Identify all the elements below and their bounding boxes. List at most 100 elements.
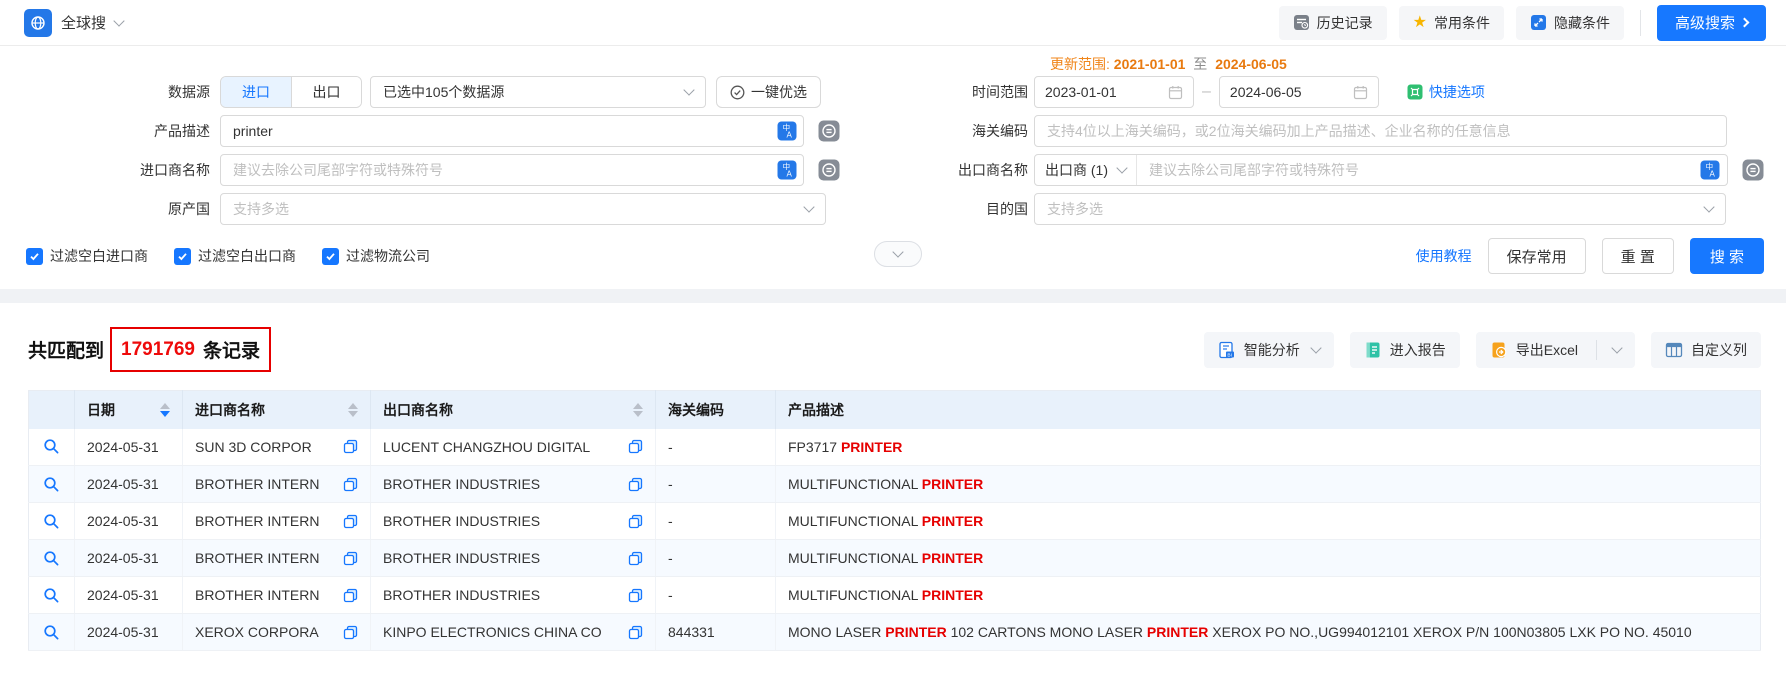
column-header-label: 进口商名称 <box>195 400 265 420</box>
column-header[interactable]: 进口商名称 <box>183 391 371 429</box>
cell-exporter-name[interactable]: BROTHER INDUSTRIES <box>383 587 540 603</box>
copy-icon[interactable] <box>335 477 358 492</box>
row-detail-search-icon[interactable] <box>41 476 62 493</box>
cell-exporter: BROTHER INDUSTRIES <box>371 503 656 540</box>
cell-exporter: LUCENT CHANGZHOU DIGITAL <box>371 429 656 466</box>
copy-icon[interactable] <box>620 588 643 603</box>
hs-code-input[interactable] <box>1034 115 1727 147</box>
filter-checkbox[interactable]: 过滤空白出口商 <box>174 246 296 266</box>
copy-icon[interactable] <box>620 477 643 492</box>
cell-importer: BROTHER INTERN <box>183 540 371 577</box>
datasource-select[interactable]: 已选中105个数据源 <box>370 76 706 108</box>
origin-select[interactable]: 支持多选 <box>220 193 826 225</box>
cell-exporter: BROTHER INDUSTRIES <box>371 577 656 614</box>
exact-match-icon[interactable] <box>818 120 840 142</box>
cell-date: 2024-05-31 <box>75 466 183 503</box>
exporter-input[interactable] <box>1137 155 1727 185</box>
filter-checkbox[interactable]: 过滤空白进口商 <box>26 246 148 266</box>
cell-importer-name[interactable]: BROTHER INTERN <box>195 587 319 603</box>
custom-columns-button[interactable]: 自定义列 <box>1651 332 1761 368</box>
copy-icon[interactable] <box>620 551 643 566</box>
exact-match-icon[interactable] <box>1742 159 1764 181</box>
translate-icon[interactable]: 中A <box>1700 160 1720 180</box>
destination-select[interactable]: 支持多选 <box>1034 193 1726 225</box>
row-detail-search-icon[interactable] <box>41 624 62 641</box>
global-search-page: 全球搜 历史记录 ★ 常用条件 隐藏条件 高级搜索 <box>0 0 1786 684</box>
hide-conditions-button[interactable]: 隐藏条件 <box>1516 6 1624 40</box>
copy-icon[interactable] <box>335 514 358 529</box>
advanced-search-button[interactable]: 高级搜索 <box>1657 5 1766 41</box>
cell-importer-name[interactable]: BROTHER INTERN <box>195 476 319 492</box>
divider <box>1640 10 1641 36</box>
importer-input[interactable] <box>220 154 804 186</box>
copy-icon[interactable] <box>620 439 643 454</box>
cell-product-description: MULTIFUNCTIONAL PRINTER <box>776 540 1761 577</box>
enter-report-label: 进入报告 <box>1390 340 1446 360</box>
export-excel-button[interactable]: 导出Excel <box>1476 332 1635 368</box>
tutorial-link[interactable]: 使用教程 <box>1416 246 1472 266</box>
sort-icon[interactable] <box>152 403 170 417</box>
row-detail-search-icon[interactable] <box>41 550 62 567</box>
cell-importer-name[interactable]: BROTHER INTERN <box>195 550 319 566</box>
row-detail-search-icon[interactable] <box>41 438 62 455</box>
export-icon <box>1490 341 1508 359</box>
product-input[interactable] <box>220 115 804 147</box>
row-detail-search-icon[interactable] <box>41 513 62 530</box>
translate-icon[interactable]: 中A <box>777 121 797 141</box>
copy-icon[interactable] <box>335 625 358 640</box>
copy-icon[interactable] <box>335 551 358 566</box>
quick-options-label: 快捷选项 <box>1429 82 1485 102</box>
column-header-label: 海关编码 <box>668 400 724 420</box>
checkbox-checked-icon <box>174 248 191 265</box>
one-click-optimize-button[interactable]: 一键优选 <box>716 76 821 108</box>
copy-icon[interactable] <box>620 625 643 640</box>
search-button[interactable]: 搜 索 <box>1690 238 1764 274</box>
column-header[interactable]: 出口商名称 <box>371 391 656 429</box>
reset-button[interactable]: 重 置 <box>1602 238 1674 274</box>
cell-exporter-name[interactable]: BROTHER INDUSTRIES <box>383 550 540 566</box>
results-actions: BI 智能分析 进入报告 导出Excel 自定义列 <box>1204 332 1761 368</box>
smart-analysis-button[interactable]: BI 智能分析 <box>1204 332 1334 368</box>
date-start-input[interactable]: 2023-01-01 <box>1034 76 1194 108</box>
collapse-form-button[interactable] <box>874 241 922 267</box>
cell-importer-name[interactable]: BROTHER INTERN <box>195 513 319 529</box>
copy-icon[interactable] <box>335 439 358 454</box>
form-row-product: 产品描述 中A 海关编码 <box>0 115 1764 147</box>
tab-import[interactable]: 进口 <box>221 77 291 107</box>
cell-exporter-name[interactable]: KINPO ELECTRONICS CHINA CO <box>383 624 602 640</box>
exporter-type-select[interactable]: 出口商 (1) <box>1035 155 1137 185</box>
favorites-button[interactable]: ★ 常用条件 <box>1399 6 1504 40</box>
copy-icon[interactable] <box>335 588 358 603</box>
quick-options-link[interactable]: 快捷选项 <box>1407 82 1485 102</box>
filter-checkbox-row: 过滤空白进口商 过滤空白出口商 过滤物流公司 <box>26 246 456 266</box>
cell-importer-name[interactable]: SUN 3D CORPOR <box>195 439 312 455</box>
history-button[interactable]: 历史记录 <box>1279 6 1387 40</box>
cell-importer-name[interactable]: XEROX CORPORA <box>195 624 319 640</box>
save-favorite-button[interactable]: 保存常用 <box>1488 238 1586 274</box>
sort-icon[interactable] <box>625 403 643 417</box>
hide-conditions-label: 隐藏条件 <box>1554 13 1610 33</box>
sort-icon[interactable] <box>340 403 358 417</box>
cell-product-description: MONO LASER PRINTER 102 CARTONS MONO LASE… <box>776 614 1761 651</box>
cell-exporter: BROTHER INDUSTRIES <box>371 466 656 503</box>
enter-report-button[interactable]: 进入报告 <box>1350 332 1460 368</box>
cell-exporter-name[interactable]: LUCENT CHANGZHOU DIGITAL <box>383 439 590 455</box>
form-row-countries: 原产国 支持多选 目的国 支持多选 <box>0 193 1764 225</box>
filter-checkbox[interactable]: 过滤物流公司 <box>322 246 430 266</box>
tab-export[interactable]: 出口 <box>291 77 361 107</box>
hs-code-label: 海关编码 <box>844 121 1034 141</box>
exact-match-icon[interactable] <box>818 159 840 181</box>
date-end-input[interactable]: 2024-06-05 <box>1219 76 1379 108</box>
table-row: 2024-05-31SUN 3D CORPORLUCENT CHANGZHOU … <box>29 429 1761 466</box>
copy-icon[interactable] <box>620 514 643 529</box>
cell-exporter-name[interactable]: BROTHER INDUSTRIES <box>383 513 540 529</box>
red-annotation-box: 1791769 条记录 <box>110 327 271 372</box>
column-header[interactable]: 日期 <box>75 391 183 429</box>
row-detail-search-icon[interactable] <box>41 587 62 604</box>
app-switcher[interactable]: 全球搜 <box>24 9 123 37</box>
chevron-down-icon <box>683 84 694 95</box>
translate-icon[interactable]: 中A <box>777 160 797 180</box>
filter-label: 过滤物流公司 <box>346 246 430 266</box>
cell-exporter-name[interactable]: BROTHER INDUSTRIES <box>383 476 540 492</box>
header-search-column <box>29 391 75 429</box>
